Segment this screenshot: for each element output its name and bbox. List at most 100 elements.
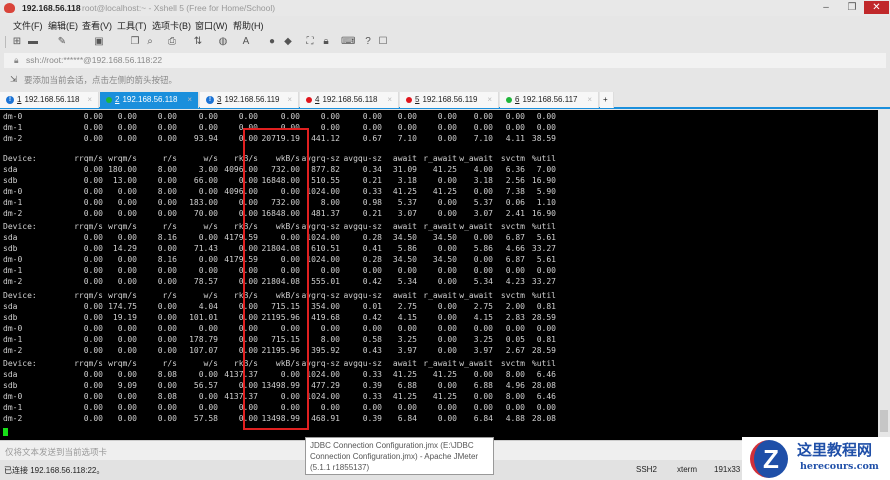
tab-close-icon[interactable]: × [387, 92, 392, 108]
menu-edit[interactable]: 编辑(E) [48, 19, 78, 32]
add-tab-button[interactable]: + [600, 92, 614, 108]
device-name: dm-0 [3, 392, 23, 401]
paste-icon[interactable]: ❐ [129, 36, 141, 48]
metric-await: 3.18 [397, 176, 417, 185]
metric-avgrq-sz: 0.00 [320, 266, 340, 275]
minimize-button[interactable]: – [816, 1, 836, 14]
metric-avgqu-sz: 0.33 [362, 392, 382, 401]
metric-avgrq-sz: 0.00 [320, 403, 340, 412]
address-bar[interactable]: 🔒︎ ssh://root:******@192.168.56.118:22 [4, 53, 886, 68]
metric-avgrq-sz: 354.00 [311, 302, 340, 311]
font-icon[interactable]: A [240, 36, 252, 48]
metric-r_await: 0.00 [437, 134, 457, 143]
properties-icon[interactable]: ▣ [93, 36, 105, 48]
tab-bar: ! 1 192.168.56.118 × 2 192.168.56.118 ×! 3 192.1… [0, 92, 890, 109]
metric-w/s: 107.07 [189, 346, 218, 355]
transfer-icon[interactable]: ⇅ [192, 36, 204, 48]
metric-r/s: 8.00 [157, 165, 177, 174]
device-name: Device: [3, 222, 37, 231]
new-session-icon[interactable]: ⊞ [11, 36, 23, 48]
tab-2[interactable]: 2 192.168.56.118 × [100, 92, 199, 108]
metric-wrqm/s: wrqm/s [108, 359, 137, 368]
menu-window[interactable]: 窗口(W) [195, 19, 228, 32]
address-text: ssh://root:******@192.168.56.118:22 [26, 55, 163, 65]
metric-avgrq-sz: 0.00 [320, 123, 340, 132]
metric-avgrq-sz: 0.00 [320, 112, 340, 121]
help-icon[interactable]: ? [362, 36, 374, 48]
metric-rrqm/s: 0.00 [83, 370, 103, 379]
metric-avgqu-sz: 0.58 [362, 335, 382, 344]
keyboard-icon[interactable]: ⌨ [341, 36, 355, 48]
tab-5[interactable]: 5 192.168.56.119 × [400, 92, 499, 108]
device-name: dm-2 [3, 209, 23, 218]
compose-icon[interactable]: ◆ [282, 36, 294, 48]
toolbar: ⊞ ▬ ✎ ▣ ❐ ⌕ ⎙ ⇅ ◍ A ● ◆ ⛶ 🔒︎ ⌨ ? ☐ [0, 33, 890, 51]
metric-await: await [392, 154, 417, 163]
metric-rrqm/s: 0.00 [83, 198, 103, 207]
metric-avgrq-sz: 1024.00 [306, 370, 340, 379]
restore-button[interactable]: ❐ [842, 1, 862, 14]
fullscreen-icon[interactable]: ⛶ [304, 36, 316, 48]
add-session-icon[interactable]: ⇲ [10, 74, 17, 85]
metric-avgqu-sz: 0.00 [362, 112, 382, 121]
scrollbar-thumb[interactable] [880, 410, 888, 432]
metric-rrqm/s: 0.00 [83, 346, 103, 355]
menu-file[interactable]: 文件(F) [13, 19, 43, 32]
metric-r/s: 0.00 [157, 123, 177, 132]
tab-label: 192.168.56.118 [322, 95, 378, 104]
metric-w_await: 6.88 [473, 381, 493, 390]
open-folder-icon[interactable]: ▬ [27, 36, 39, 48]
tab-1[interactable]: ! 1 192.168.56.118 × [0, 92, 99, 108]
metric-avgrq-sz: 1024.00 [306, 233, 340, 242]
connect-icon[interactable]: ✎ [56, 36, 68, 48]
metric-w/s: 0.00 [198, 255, 218, 264]
tab-4[interactable]: 4 192.168.56.118 × [300, 92, 399, 108]
menu-tools[interactable]: 工具(T) [117, 19, 147, 32]
metric-rrqm/s: 0.00 [83, 233, 103, 242]
tab-close-icon[interactable]: × [587, 92, 592, 108]
tab-6[interactable]: 6 192.168.56.117 × [500, 92, 599, 108]
metric-rrqm/s: 0.00 [83, 335, 103, 344]
metric-w_await: 0.00 [473, 266, 493, 275]
metric-avgqu-sz: avgqu-sz [343, 359, 382, 368]
red-status-dot-icon [406, 96, 412, 103]
metric-avgqu-sz: 0.33 [362, 187, 382, 196]
metric-%util: 0.00 [536, 112, 556, 121]
device-name: dm-1 [3, 198, 23, 207]
chat-icon[interactable]: ☐ [377, 36, 389, 48]
metric-r/s: 0.00 [157, 112, 177, 121]
script-icon[interactable]: ● [266, 36, 278, 48]
menu-view[interactable]: 查看(V) [82, 19, 112, 32]
metric-w/s: 0.00 [198, 392, 218, 401]
print-icon[interactable]: ⎙ [166, 36, 178, 48]
tab-close-icon[interactable]: × [87, 92, 92, 108]
tooltip-line: (5.1.1 r1855137) [310, 463, 370, 472]
metric-r/s: 0.00 [157, 335, 177, 344]
tab-label: 192.168.56.118 [24, 95, 80, 104]
metric-%util: 7.00 [536, 165, 556, 174]
close-button[interactable]: ✕ [864, 1, 889, 14]
tab-3[interactable]: ! 3 192.168.56.119 × [200, 92, 299, 108]
menu-help[interactable]: 帮助(H) [233, 19, 264, 32]
metric-r_await: 0.00 [437, 335, 457, 344]
metric-r/s: 0.00 [157, 302, 177, 311]
metric-rrqm/s: rrqm/s [74, 222, 103, 231]
tab-close-icon[interactable]: × [287, 92, 292, 108]
lock-icon[interactable]: 🔒︎ [320, 36, 332, 48]
metric-await: 4.15 [397, 313, 417, 322]
iostat-row: dm-1 0.00 0.00 0.00 178.79 0.00 715.15 8.00 0.58… [0, 334, 878, 345]
terminal[interactable]: dm-0 0.00 0.00 0.00 0.00 0.00 0.00 0.00 0.00 0.00… [0, 110, 878, 440]
globe-icon[interactable]: ◍ [217, 36, 229, 48]
metric-%util: 5.61 [536, 233, 556, 242]
iostat-row: sdb 0.00 14.29 0.00 71.43 0.00 21804.08 610.51 0… [0, 243, 878, 254]
find-icon[interactable]: ⌕ [144, 36, 156, 48]
terminal-scrollbar[interactable] [878, 110, 890, 440]
metric-r/s: 0.00 [157, 134, 177, 143]
metric-w/s: 0.00 [198, 370, 218, 379]
tab-close-icon[interactable]: × [187, 92, 192, 108]
metric-w/s: 0.00 [198, 187, 218, 196]
iostat-row: sda 0.00 174.75 0.00 4.04 0.00 715.15 354.00 0.0… [0, 301, 878, 312]
menu-tabs[interactable]: 选项卡(B) [152, 19, 191, 32]
metric-wrqm/s: 0.00 [117, 134, 137, 143]
tab-close-icon[interactable]: × [487, 92, 492, 108]
